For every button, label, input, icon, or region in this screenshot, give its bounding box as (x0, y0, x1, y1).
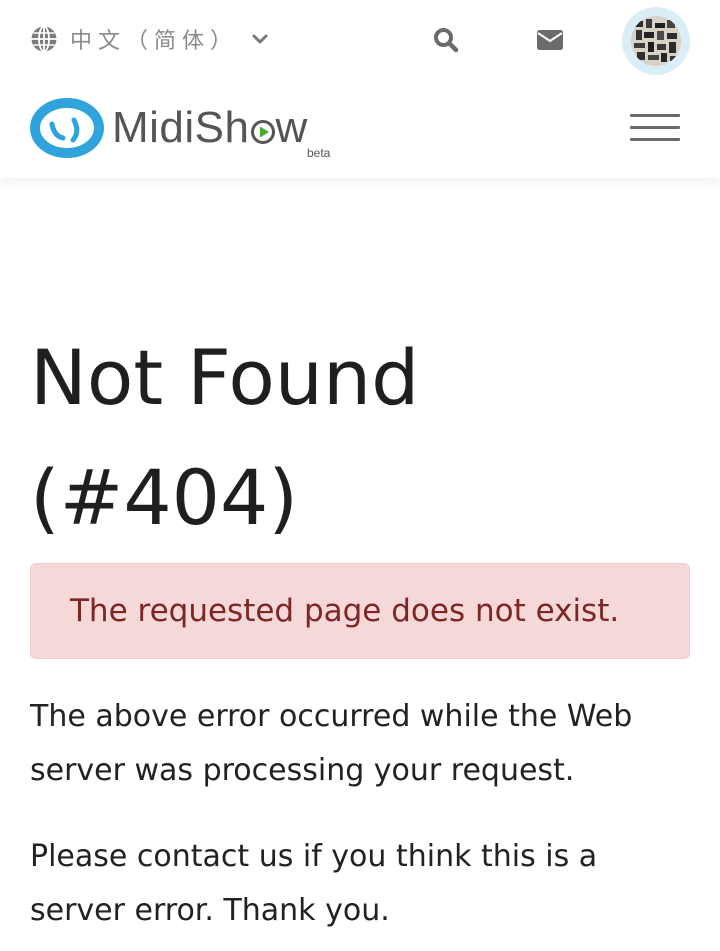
logo-text: MidiSh w (112, 98, 308, 158)
user-avatar[interactable] (622, 7, 690, 75)
hamburger-menu-icon[interactable] (630, 112, 680, 144)
hamburger-line (630, 114, 680, 117)
title-line-2: (#404) (30, 453, 299, 542)
logo-text-right: w (275, 103, 308, 152)
logo-text-left: MidiSh (112, 103, 250, 152)
language-selector[interactable]: 中文（简体） (30, 22, 268, 56)
hamburger-line (630, 126, 680, 129)
chevron-down-icon[interactable] (252, 31, 268, 47)
error-description: The above error occurred while the Web s… (30, 699, 633, 788)
logo-mark-icon (30, 98, 104, 158)
globe-icon (31, 25, 57, 53)
hamburger-line (630, 138, 680, 141)
title-line-1: Not Found (30, 333, 420, 422)
main-content: Not Found (#404) The requested page does… (30, 318, 690, 928)
error-alert: The requested page does not exist. (30, 563, 690, 659)
search-button[interactable] (430, 24, 462, 56)
site-header: MidiSh w beta (0, 80, 720, 178)
search-icon (434, 28, 459, 53)
messages-button[interactable] (534, 24, 566, 56)
language-label: 中文（简体） (70, 29, 239, 54)
logo-play-o (250, 98, 276, 158)
midishow-logo[interactable]: MidiSh w (30, 98, 308, 158)
contact-note: Please contact us if you think this is a… (30, 839, 598, 928)
top-bar: 中文（简体） (0, 0, 720, 80)
logo-beta-label: beta (307, 146, 331, 160)
envelope-icon (537, 30, 563, 50)
avatar-image (631, 16, 681, 66)
alert-message: The requested page does not exist. (70, 593, 620, 629)
page-title: Not Found (#404) (30, 318, 690, 558)
